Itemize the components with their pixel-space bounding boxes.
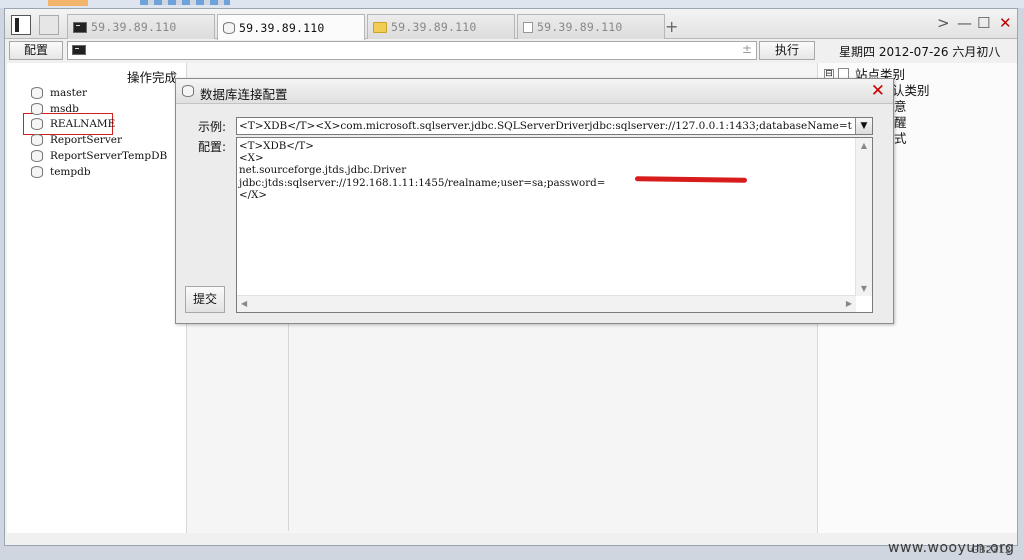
collapse-icon[interactable]: ⊟ (824, 68, 834, 79)
config-line: </X> (239, 188, 268, 201)
tab-database[interactable]: 59.39.89.110 (217, 14, 365, 40)
scroll-up-icon[interactable]: ▲ (856, 141, 872, 150)
list-item[interactable]: REALNAME (31, 116, 115, 132)
database-icon (31, 103, 43, 115)
list-item-label: ReportServer (50, 134, 122, 146)
list-item[interactable]: tempdb (31, 164, 91, 180)
submit-button[interactable]: 提交 (185, 286, 225, 313)
tab-label: 59.39.89.110 (239, 20, 325, 35)
database-icon (31, 166, 43, 178)
desktop-top-strip (0, 0, 1024, 8)
config-line: <X> (239, 152, 264, 165)
tab-bar: 59.39.89.110 59.39.89.110 59.39.89.110 5… (5, 9, 1017, 40)
watermark: www.wooyun.org (888, 540, 1015, 556)
config-line: jdbc:jtds:sqlserver://192.168.1.11:1455/… (239, 176, 606, 189)
terminal-icon (73, 21, 87, 33)
vertical-scrollbar[interactable]: ▲ ▼ (855, 138, 872, 296)
horizontal-scrollbar[interactable]: ◀ ▶ (237, 295, 856, 312)
scroll-down-icon[interactable]: ▼ (856, 284, 872, 293)
taskbar-highlight (48, 0, 88, 6)
status-text: 操作完成 (127, 70, 178, 85)
command-toolbar: 配置 ± 执行 星期四 2012-07-26 六月初八 (5, 40, 1017, 62)
panel-toggle-button[interactable] (11, 15, 31, 35)
dialog-title-bar[interactable]: 数据库连接配置 ✕ (176, 79, 893, 104)
example-select[interactable]: <T>XDB</T><X>com.microsoft.sqlserver.jdb… (236, 117, 873, 135)
close-window-button[interactable]: ✕ (999, 14, 1012, 32)
list-item[interactable]: master (31, 85, 87, 101)
tree-node[interactable]: 式 (894, 128, 907, 147)
chevron-right-icon[interactable]: > (937, 14, 950, 32)
example-label: 示例: (198, 120, 227, 134)
scroll-left-icon[interactable]: ◀ (241, 299, 247, 308)
database-icon (31, 150, 43, 162)
adjust-icon[interactable]: ± (742, 42, 752, 56)
redaction-mark (634, 176, 748, 183)
dialog-title: 数据库连接配置 (200, 87, 288, 102)
folder-icon (373, 21, 387, 33)
file-icon (523, 21, 533, 33)
secondary-toggle-button[interactable] (39, 15, 59, 35)
list-item-label: ReportServerTempDB (50, 150, 168, 162)
example-value: <T>XDB</T><X>com.microsoft.sqlserver.jdb… (239, 120, 852, 132)
tab-file[interactable]: 59.39.89.110 (517, 14, 665, 39)
database-list-pane: 操作完成 master msdb REALNAME ReportServer R… (7, 63, 187, 533)
config-line: <T>XDB</T> (239, 140, 314, 152)
chevron-down-icon[interactable]: ▼ (855, 118, 872, 134)
tab-label: 59.39.89.110 (391, 20, 477, 34)
add-tab-button[interactable]: + (665, 17, 678, 36)
config-label: 配置: (198, 140, 227, 154)
database-icon (182, 85, 194, 97)
database-icon (223, 21, 235, 34)
database-icon (31, 87, 43, 99)
list-item-label: msdb (50, 103, 79, 115)
date-display: 星期四 2012-07-26 六月初八 (839, 45, 1001, 59)
tab-terminal[interactable]: 59.39.89.110 (67, 14, 215, 39)
database-icon (31, 118, 43, 130)
config-text: <T>XDB</T> <X> net.sourceforge.jtds.jdbc.D… (239, 140, 605, 201)
taskbar-icons (140, 0, 230, 5)
execute-button[interactable]: 执行 (759, 41, 815, 60)
terminal-icon (72, 45, 86, 55)
pane-divider (288, 309, 289, 531)
list-item[interactable]: msdb (31, 101, 79, 117)
list-item[interactable]: ReportServerTempDB (31, 148, 167, 164)
config-textarea[interactable]: <T>XDB</T> <X> net.sourceforge.jtds.jdbc.D… (236, 137, 873, 313)
scroll-right-icon[interactable]: ▶ (846, 299, 852, 308)
list-item[interactable]: ReportServer (31, 132, 122, 148)
config-line: net.sourceforge.jtds.jdbc.Driver (239, 164, 407, 177)
list-item-label: tempdb (50, 166, 91, 178)
maximize-button[interactable]: ☐ (977, 14, 990, 32)
tab-folder[interactable]: 59.39.89.110 (367, 14, 515, 39)
database-icon (31, 134, 43, 146)
command-input[interactable]: ± (67, 41, 757, 60)
tab-label: 59.39.89.110 (91, 20, 177, 34)
db-connection-dialog: 数据库连接配置 ✕ 示例: <T>XDB</T><X>com.microsoft… (175, 78, 894, 324)
tab-label: 59.39.89.110 (537, 20, 623, 34)
config-button[interactable]: 配置 (9, 41, 63, 60)
close-icon[interactable]: ✕ (871, 81, 885, 101)
minimize-button[interactable]: — (957, 14, 972, 32)
list-item-label: REALNAME (50, 118, 116, 130)
list-item-label: master (50, 87, 88, 99)
tree-label: 式 (894, 131, 907, 146)
